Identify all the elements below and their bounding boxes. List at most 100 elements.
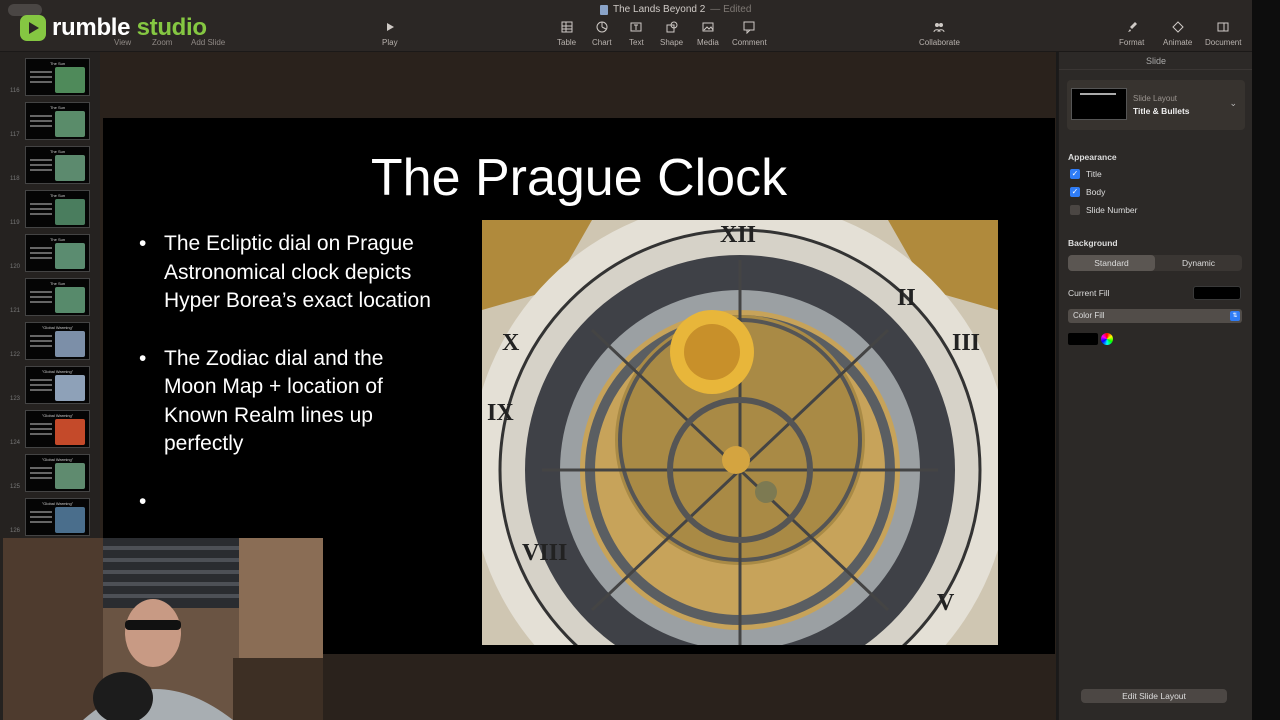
current-fill-label: Current Fill	[1068, 288, 1110, 298]
format-label: Format	[1119, 38, 1145, 47]
body-checkbox[interactable]: ✓ Body	[1070, 187, 1105, 197]
thumbnail-text-line	[30, 340, 52, 342]
thumbnail-image	[55, 375, 85, 401]
chart-icon	[596, 21, 608, 33]
fill-type-value: Color Fill	[1073, 311, 1105, 320]
background-type-toggle: Standard Dynamic	[1068, 255, 1242, 271]
thumbnail-text-line	[30, 301, 52, 303]
slide-thumbnail-row[interactable]: 123 "Global Warming"	[0, 366, 100, 406]
thumbnail-text-line	[30, 169, 52, 171]
slide-number: 121	[10, 308, 21, 314]
brand-rumble: rumble	[52, 14, 131, 41]
slide-thumbnail-row[interactable]: 119 The Sun	[0, 190, 100, 230]
add-slide-button[interactable]: Add Slide	[191, 38, 225, 47]
thumbnail-text-line	[30, 335, 52, 337]
media-button[interactable]: Media	[697, 20, 719, 47]
slide-thumbnail[interactable]: The Sun	[25, 58, 90, 96]
shape-button[interactable]: Shape	[660, 20, 683, 47]
thumbnail-image	[55, 331, 85, 357]
bullet-item[interactable]: The Zodiac dial and the Moon Map + locat…	[139, 345, 439, 459]
color-well[interactable]	[1068, 333, 1098, 345]
slide-thumbnail-row[interactable]: 122 "Global Warming"	[0, 322, 100, 362]
text-button[interactable]: Text	[629, 20, 644, 47]
format-button[interactable]: Format	[1119, 20, 1144, 47]
thumbnail-title: The Sun	[49, 61, 66, 66]
slide-thumbnail-row[interactable]: 126 "Global Warming"	[0, 498, 100, 538]
appearance-heading: Appearance	[1068, 152, 1117, 162]
thumbnail-text-line	[30, 511, 52, 513]
bullet-item[interactable]: The Ecliptic dial on Prague Astronomical…	[139, 230, 439, 316]
shape-icon	[666, 21, 678, 33]
svg-text:III: III	[952, 330, 980, 356]
table-button[interactable]: Table	[557, 20, 576, 47]
prague-clock-image[interactable]: XII II III X IX VIII V	[482, 220, 998, 645]
slide-thumbnail[interactable]: "Global Warming"	[25, 498, 90, 536]
thumbnail-image	[55, 199, 85, 225]
slide-number: 122	[10, 352, 21, 358]
rumble-play-icon	[20, 15, 46, 41]
slide-thumbnail[interactable]: "Global Warming"	[25, 322, 90, 360]
view-button[interactable]: View	[114, 38, 131, 47]
zoom-button[interactable]: Zoom	[152, 38, 172, 47]
slide-number: 116	[10, 88, 20, 94]
slide-thumbnail-row[interactable]: 117 The Sun	[0, 102, 100, 142]
thumbnail-text-line	[30, 428, 52, 430]
chart-button[interactable]: Chart	[592, 20, 612, 47]
current-fill-swatch[interactable]	[1193, 286, 1241, 300]
slide-thumbnail[interactable]: "Global Warming"	[25, 410, 90, 448]
inspector-panel: Slide Slide Layout Title & Bullets ⌄ App…	[1058, 52, 1253, 720]
slide-title[interactable]: The Prague Clock	[103, 148, 1055, 208]
fill-type-select[interactable]: Color Fill ⇅	[1068, 309, 1242, 323]
slide-thumbnail-row[interactable]: 124 "Global Warming"	[0, 410, 100, 450]
unchecked-box-icon: ✓	[1070, 205, 1080, 215]
slide-thumbnail[interactable]: The Sun	[25, 102, 90, 140]
comment-button[interactable]: Comment	[732, 20, 767, 47]
slide-thumbnail[interactable]: The Sun	[25, 234, 90, 272]
slide-thumbnail[interactable]: The Sun	[25, 190, 90, 228]
play-icon	[386, 23, 394, 31]
slide-thumbnail-row[interactable]: 120 The Sun	[0, 234, 100, 274]
dynamic-option[interactable]: Dynamic	[1155, 255, 1242, 271]
slide-thumbnail-row[interactable]: 116 The Sun	[0, 58, 100, 98]
collaborate-button[interactable]: Collaborate	[919, 20, 960, 47]
slide-thumbnail-row[interactable]: 118 The Sun	[0, 146, 100, 186]
slide-layout-selector[interactable]: Slide Layout Title & Bullets ⌄	[1067, 80, 1245, 130]
slide-number-checkbox[interactable]: ✓ Slide Number	[1070, 205, 1138, 215]
standard-option[interactable]: Standard	[1068, 255, 1155, 271]
animate-button[interactable]: Animate	[1163, 20, 1192, 47]
slide-thumbnail[interactable]: The Sun	[25, 146, 90, 184]
slide-thumbnail[interactable]: The Sun	[25, 278, 90, 316]
checkmark-icon: ✓	[1070, 187, 1080, 197]
thumbnail-text-line	[30, 115, 52, 117]
title-checkbox[interactable]: ✓ Title	[1070, 169, 1102, 179]
text-label: Text	[629, 38, 644, 47]
body-option-label: Body	[1086, 187, 1106, 197]
slide-thumbnail[interactable]: "Global Warming"	[25, 454, 90, 492]
slide-thumbnail-row[interactable]: 125 "Global Warming"	[0, 454, 100, 494]
thumbnail-text-line	[30, 203, 52, 205]
thumbnail-text-line	[30, 120, 52, 122]
slide-thumbnail[interactable]: "Global Warming"	[25, 366, 90, 404]
document-button[interactable]: Document	[1205, 20, 1241, 47]
thumbnail-title: The Sun	[49, 149, 66, 154]
thumbnail-text-line	[30, 389, 52, 391]
color-wheel-icon[interactable]	[1101, 333, 1113, 345]
checkmark-icon: ✓	[1070, 169, 1080, 179]
bullet-list[interactable]: The Ecliptic dial on Prague Astronomical…	[139, 230, 439, 516]
background-heading: Background	[1068, 238, 1118, 248]
table-label: Table	[557, 38, 577, 47]
thumbnail-text-line	[30, 433, 52, 435]
slide-layout-value: Title & Bullets	[1133, 106, 1190, 116]
text-box-icon	[630, 22, 642, 32]
thumbnail-title: The Sun	[49, 281, 66, 286]
edit-slide-layout-button[interactable]: Edit Slide Layout	[1081, 689, 1227, 703]
slide-thumbnail-row[interactable]: 121 The Sun	[0, 278, 100, 318]
thumbnail-text-line	[30, 208, 52, 210]
thumbnail-image	[55, 507, 85, 533]
astronomical-clock-photo: XII II III X IX VIII V	[482, 220, 998, 645]
thumbnail-title: "Global Warming"	[41, 501, 74, 506]
play-button[interactable]: Play	[382, 20, 398, 47]
thumbnail-text-line	[30, 477, 52, 479]
paintbrush-icon	[1127, 22, 1137, 32]
presenter-video	[3, 538, 323, 720]
